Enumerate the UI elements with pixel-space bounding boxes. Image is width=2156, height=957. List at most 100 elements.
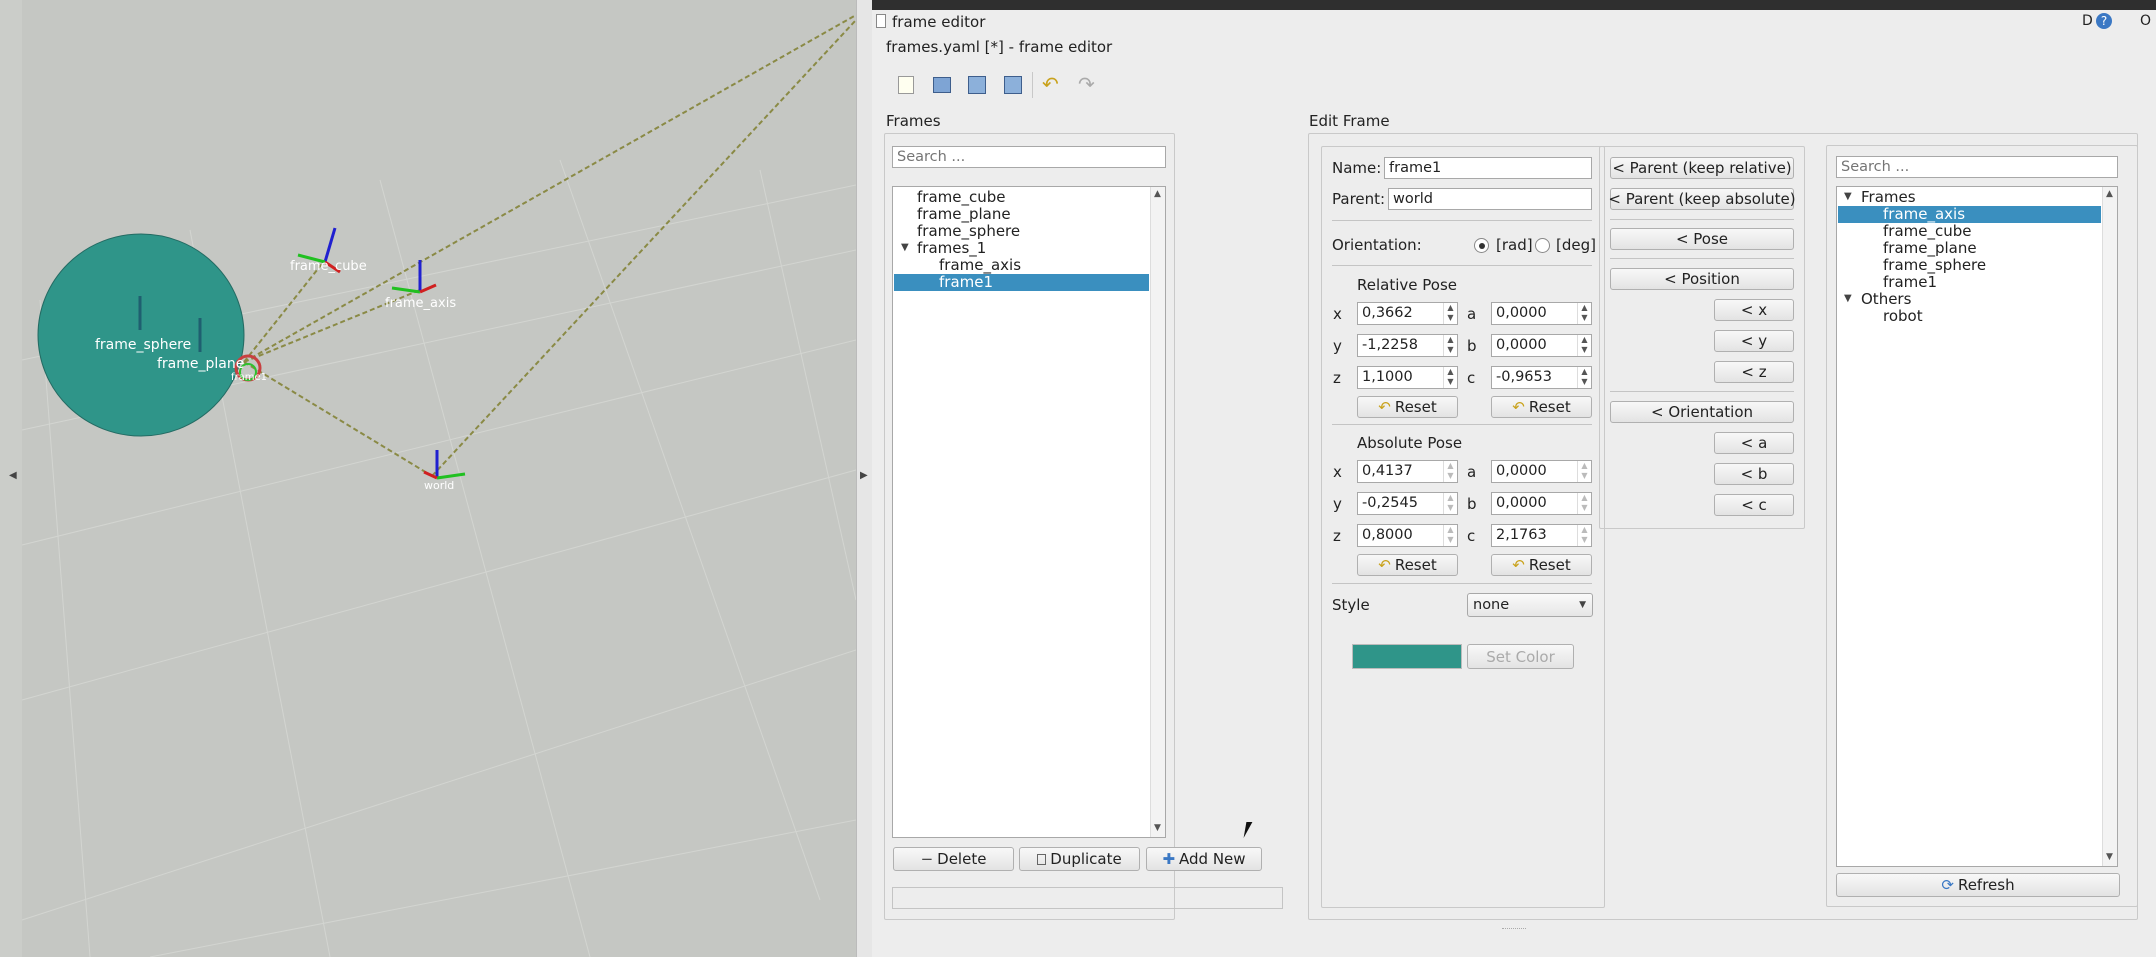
duplicate-button[interactable]: Duplicate xyxy=(1019,847,1140,871)
right-tree-item-frame-axis-selected[interactable]: frame_axis xyxy=(1838,206,2101,223)
editor-window: frame editor D ? O frames.yaml [*] - fra… xyxy=(872,0,2156,957)
copy-position-button[interactable]: < Position xyxy=(1610,268,1794,290)
refresh-button[interactable]: ⟳ Refresh xyxy=(1836,873,2120,897)
tree-item-frame-plane[interactable]: frame_plane xyxy=(917,206,1011,223)
tree-item-frame-cube[interactable]: frame_cube xyxy=(917,189,1005,206)
parent-input[interactable] xyxy=(1388,188,1592,210)
abs-c-spinbox[interactable]: 2,1763 ▲ ▼ xyxy=(1491,524,1592,547)
spin-arrows-icon[interactable]: ▲ ▼ xyxy=(1443,367,1457,388)
copy-z-button[interactable]: < z xyxy=(1714,361,1794,383)
label-frame-plane: frame_plane xyxy=(157,356,245,372)
rel-b-spinbox[interactable]: 0,0000 ▲ ▼ xyxy=(1491,334,1592,357)
abs-position-reset-button[interactable]: ↶ Reset xyxy=(1357,554,1458,576)
spin-arrows-icon[interactable]: ▲ ▼ xyxy=(1577,335,1591,356)
title-d-button[interactable]: D xyxy=(2082,13,2093,29)
name-input[interactable] xyxy=(1384,157,1592,179)
right-tree-item-robot[interactable]: robot xyxy=(1883,308,1923,325)
scroll-down-arrow[interactable]: ▼ xyxy=(2106,852,2113,862)
open-file-icon[interactable] xyxy=(933,77,951,93)
titlebar-strip xyxy=(872,0,2156,10)
help-icon[interactable]: ? xyxy=(2096,13,2112,29)
copy-orientation-button[interactable]: < Orientation xyxy=(1610,401,1794,423)
spin-arrows-icon[interactable]: ▲ ▼ xyxy=(1443,335,1457,356)
right-tree-item-frames[interactable]: Frames xyxy=(1861,189,1916,206)
tree-item-frame1-selected[interactable]: frame1 xyxy=(894,274,1149,291)
scroll-up-arrow[interactable]: ▲ xyxy=(2106,189,2113,199)
splitter-right-arrow[interactable]: ▶ xyxy=(860,470,868,481)
rel-position-reset-button[interactable]: ↶ Reset xyxy=(1357,396,1458,418)
copy-parent-keep-absolute-button[interactable]: < Parent (keep absolute) xyxy=(1608,188,1796,210)
scroll-down-arrow[interactable]: ▼ xyxy=(1154,823,1161,833)
tree-item-frame-axis[interactable]: frame_axis xyxy=(939,257,1021,274)
rel-orientation-reset-button[interactable]: ↶ Reset xyxy=(1491,396,1592,418)
right-tree-scrollbar[interactable]: ▲ ▼ xyxy=(2102,187,2117,866)
right-tree-item-frame-cube[interactable]: frame_cube xyxy=(1883,223,1971,240)
splitter-left-arrow[interactable]: ◀ xyxy=(9,470,17,481)
copy-c-button[interactable]: < c xyxy=(1714,494,1794,516)
expand-icon[interactable]: ▼ xyxy=(1844,191,1852,202)
copy-pose-button[interactable]: < Pose xyxy=(1610,228,1794,250)
spin-arrows-icon[interactable]: ▲ ▼ xyxy=(1443,303,1457,324)
frames-tree[interactable]: frame_cube frame_plane frame_sphere ▼ fr… xyxy=(892,186,1166,838)
refresh-icon: ⟳ xyxy=(1941,876,1954,894)
frames-tree-scrollbar[interactable]: ▲ ▼ xyxy=(1150,187,1165,837)
delete-label: Delete xyxy=(937,850,987,868)
copy-parent-keep-relative-button[interactable]: < Parent (keep relative) xyxy=(1610,157,1794,179)
scroll-up-arrow[interactable]: ▲ xyxy=(1154,189,1161,199)
rel-y-spinbox[interactable]: -1,2258 ▲ ▼ xyxy=(1357,334,1458,357)
window-icon xyxy=(876,14,886,28)
rel-z-spinbox[interactable]: 1,1000 ▲ ▼ xyxy=(1357,366,1458,389)
copy-a-button[interactable]: < a xyxy=(1714,432,1794,454)
redo-icon[interactable]: ↷ xyxy=(1078,72,1095,96)
abs-b-value: 0,0000 xyxy=(1496,495,1547,511)
add-new-button[interactable]: ✚ Add New xyxy=(1146,847,1262,871)
viewport-3d[interactable]: frame_cube frame_axis frame_sphere frame… xyxy=(0,0,856,957)
set-color-button[interactable]: Set Color xyxy=(1467,644,1574,669)
tree-item-frame-sphere[interactable]: frame_sphere xyxy=(917,223,1020,240)
delete-button[interactable]: − Delete xyxy=(893,847,1014,871)
copy-b-button[interactable]: < b xyxy=(1714,463,1794,485)
frames-search-input[interactable] xyxy=(892,146,1166,168)
rel-a-spinbox[interactable]: 0,0000 ▲ ▼ xyxy=(1491,302,1592,325)
copy-x-button[interactable]: < x xyxy=(1714,299,1794,321)
rel-c-spinbox[interactable]: -0,9653 ▲ ▼ xyxy=(1491,366,1592,389)
spin-arrows-icon: ▲ ▼ xyxy=(1443,493,1457,514)
absolute-pose-title: Absolute Pose xyxy=(1357,434,1463,452)
right-tree-item-frame-plane[interactable]: frame_plane xyxy=(1883,240,1977,257)
abs-y-spinbox[interactable]: -0,2545 ▲ ▼ xyxy=(1357,492,1458,515)
label-frame-cube: frame_cube xyxy=(290,259,367,274)
resize-grip[interactable] xyxy=(1502,928,1526,932)
expand-icon[interactable]: ▼ xyxy=(1844,293,1852,304)
tree-item-frames-1[interactable]: frames_1 xyxy=(917,240,986,257)
right-search-input[interactable] xyxy=(1836,156,2118,178)
rad-radio[interactable] xyxy=(1474,238,1489,253)
rel-y-value: -1,2258 xyxy=(1362,337,1418,353)
style-label: Style xyxy=(1332,596,1370,614)
abs-b-spinbox[interactable]: 0,0000 ▲ ▼ xyxy=(1491,492,1592,515)
new-file-icon[interactable] xyxy=(898,76,914,94)
right-tree-item-frame1[interactable]: frame1 xyxy=(1883,274,1937,291)
abs-a-spinbox[interactable]: 0,0000 ▲ ▼ xyxy=(1491,460,1592,483)
deg-radio[interactable] xyxy=(1535,238,1550,253)
right-tree[interactable]: ▼ Frames frame_axis frame_cube frame_pla… xyxy=(1836,186,2118,867)
rel-z-label: z xyxy=(1333,369,1341,387)
right-tree-item-frame-sphere[interactable]: frame_sphere xyxy=(1883,257,1986,274)
spin-arrows-icon[interactable]: ▲ ▼ xyxy=(1577,303,1591,324)
abs-orientation-reset-button[interactable]: ↶ Reset xyxy=(1491,554,1592,576)
rel-x-spinbox[interactable]: 0,3662 ▲ ▼ xyxy=(1357,302,1458,325)
copy-y-button[interactable]: < y xyxy=(1714,330,1794,352)
abs-x-spinbox[interactable]: 0,4137 ▲ ▼ xyxy=(1357,460,1458,483)
right-tree-item-others[interactable]: Others xyxy=(1861,291,1911,308)
undo-icon[interactable]: ↶ xyxy=(1042,72,1059,96)
title-extra-button[interactable]: O xyxy=(2140,13,2151,29)
splitter[interactable]: ◀ ▶ xyxy=(9,0,872,957)
reset-label: Reset xyxy=(1528,556,1571,574)
style-dropdown[interactable]: none ▼ xyxy=(1467,593,1593,617)
abs-z-spinbox[interactable]: 0,8000 ▲ ▼ xyxy=(1357,524,1458,547)
save-as-icon[interactable] xyxy=(1004,76,1022,94)
save-icon[interactable] xyxy=(968,76,986,94)
expand-icon[interactable]: ▼ xyxy=(901,242,909,253)
abs-b-label: b xyxy=(1467,495,1477,513)
spin-arrows-icon: ▲ ▼ xyxy=(1577,525,1591,546)
spin-arrows-icon[interactable]: ▲ ▼ xyxy=(1577,367,1591,388)
